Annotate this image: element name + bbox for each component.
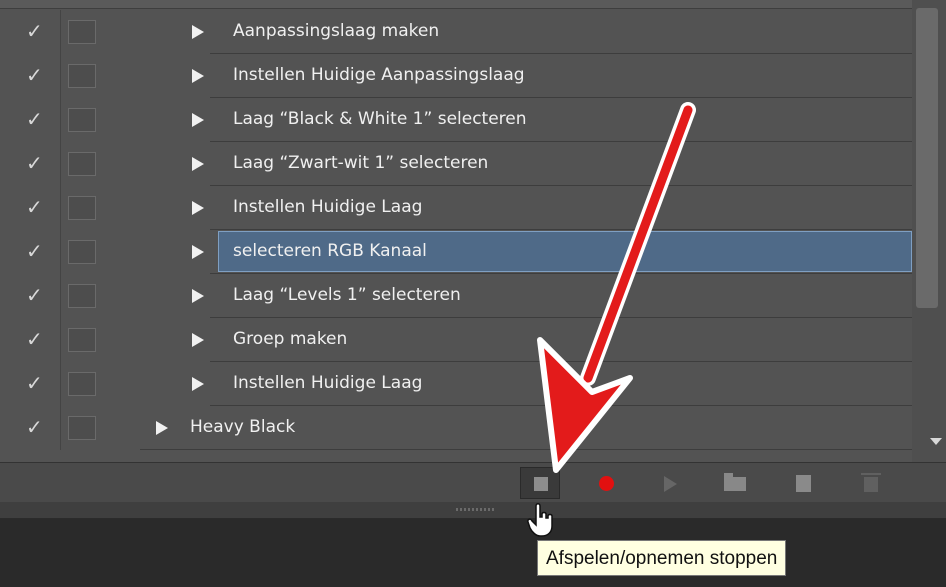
column-divider [60, 98, 61, 142]
actions-list: ✓ Aanpassingslaag maken ✓ Instellen Huidige… [0, 10, 912, 462]
folder-icon [724, 473, 746, 491]
action-row[interactable]: ✓ Laag “Black & White 1” selecteren [0, 98, 912, 142]
toggle-dialog-box[interactable] [68, 196, 96, 220]
toggle-item-check-icon[interactable]: ✓ [26, 64, 46, 86]
toggle-item-check-icon[interactable]: ✓ [26, 284, 46, 306]
screenshot-canvas: ✓ Aanpassingslaag maken ✓ Instellen Huidige… [0, 0, 946, 587]
hand-cursor-icon [527, 503, 553, 537]
action-row[interactable]: ✓ Aanpassingslaag maken [0, 10, 912, 54]
create-new-action-button[interactable] [782, 467, 822, 499]
toggle-dialog-box[interactable] [68, 20, 96, 44]
actions-toolbar [0, 462, 946, 503]
record-circle-icon [599, 476, 614, 491]
expand-triangle-icon[interactable] [192, 25, 204, 39]
tooltip: Afspelen/opnemen stoppen [537, 540, 787, 576]
action-label: Heavy Black [190, 417, 296, 437]
toggle-item-check-icon[interactable]: ✓ [26, 196, 46, 218]
expand-triangle-icon[interactable] [192, 333, 204, 347]
play-selection-button[interactable] [650, 467, 690, 499]
delete-button[interactable] [850, 467, 890, 499]
toggle-dialog-box[interactable] [68, 416, 96, 440]
column-divider [60, 186, 61, 230]
actions-panel: ✓ Aanpassingslaag maken ✓ Instellen Huidige… [0, 0, 946, 520]
action-label: Instellen Huidige Aanpassingslaag [233, 65, 525, 85]
action-label: Groep maken [233, 329, 348, 349]
action-row[interactable]: ✓ Laag “Levels 1” selecteren [0, 274, 912, 318]
action-label: Instellen Huidige Laag [233, 373, 423, 393]
toggle-dialog-box[interactable] [68, 64, 96, 88]
action-label: Instellen Huidige Laag [233, 197, 423, 217]
toggle-item-check-icon[interactable]: ✓ [26, 20, 46, 42]
expand-triangle-icon[interactable] [192, 245, 204, 259]
column-divider [60, 142, 61, 186]
expand-triangle-icon[interactable] [192, 201, 204, 215]
expand-triangle-icon[interactable] [192, 157, 204, 171]
action-row[interactable]: ✓ Laag “Zwart-wit 1” selecteren [0, 142, 912, 186]
scrollbar-thumb[interactable] [916, 8, 938, 308]
action-row[interactable]: ✓ Groep maken [0, 318, 912, 362]
stop-square-icon [534, 477, 548, 491]
panel-top-edge [0, 0, 946, 9]
action-row[interactable]: ✓ Instellen Huidige Laag [0, 186, 912, 230]
panel-resize-strip[interactable] [0, 502, 946, 519]
toggle-dialog-box[interactable] [68, 328, 96, 352]
action-row[interactable]: ✓ Instellen Huidige Laag [0, 362, 912, 406]
column-divider [60, 54, 61, 98]
stop-playing-recording-button[interactable] [520, 467, 560, 499]
expand-triangle-icon[interactable] [156, 421, 168, 435]
scroll-down-icon[interactable] [930, 438, 942, 445]
expand-triangle-icon[interactable] [192, 113, 204, 127]
action-label: Laag “Levels 1” selecteren [233, 285, 461, 305]
trash-icon [861, 473, 881, 492]
expand-triangle-icon[interactable] [192, 69, 204, 83]
action-label: selecteren RGB Kanaal [233, 241, 427, 261]
resize-grip-icon[interactable] [456, 508, 496, 511]
column-divider [60, 230, 61, 274]
play-icon [664, 476, 677, 492]
toggle-dialog-box[interactable] [68, 152, 96, 176]
expand-triangle-icon[interactable] [192, 289, 204, 303]
action-row[interactable]: ✓ Heavy Black [0, 406, 912, 450]
row-divider [140, 449, 912, 450]
create-new-set-button[interactable] [714, 467, 754, 499]
toggle-dialog-box[interactable] [68, 240, 96, 264]
column-divider [60, 362, 61, 406]
action-row[interactable]: ✓ selecteren RGB Kanaal [0, 230, 912, 274]
begin-recording-button[interactable] [585, 467, 625, 499]
toggle-item-check-icon[interactable]: ✓ [26, 328, 46, 350]
toggle-item-check-icon[interactable]: ✓ [26, 240, 46, 262]
toggle-item-check-icon[interactable]: ✓ [26, 152, 46, 174]
action-row[interactable]: ✓ Instellen Huidige Aanpassingslaag [0, 54, 912, 98]
action-label: Laag “Black & White 1” selecteren [233, 109, 527, 129]
column-divider [60, 274, 61, 318]
action-label: Laag “Zwart-wit 1” selecteren [233, 153, 489, 173]
column-divider [60, 406, 61, 450]
column-divider [60, 10, 61, 54]
action-label: Aanpassingslaag maken [233, 21, 440, 41]
toggle-item-check-icon[interactable]: ✓ [26, 416, 46, 438]
toggle-item-check-icon[interactable]: ✓ [26, 108, 46, 130]
column-divider [60, 318, 61, 362]
dark-background [0, 519, 946, 587]
toggle-item-check-icon[interactable]: ✓ [26, 372, 46, 394]
toggle-dialog-box[interactable] [68, 372, 96, 396]
toggle-dialog-box[interactable] [68, 108, 96, 132]
expand-triangle-icon[interactable] [192, 377, 204, 391]
new-action-icon [796, 475, 811, 492]
toggle-dialog-box[interactable] [68, 284, 96, 308]
